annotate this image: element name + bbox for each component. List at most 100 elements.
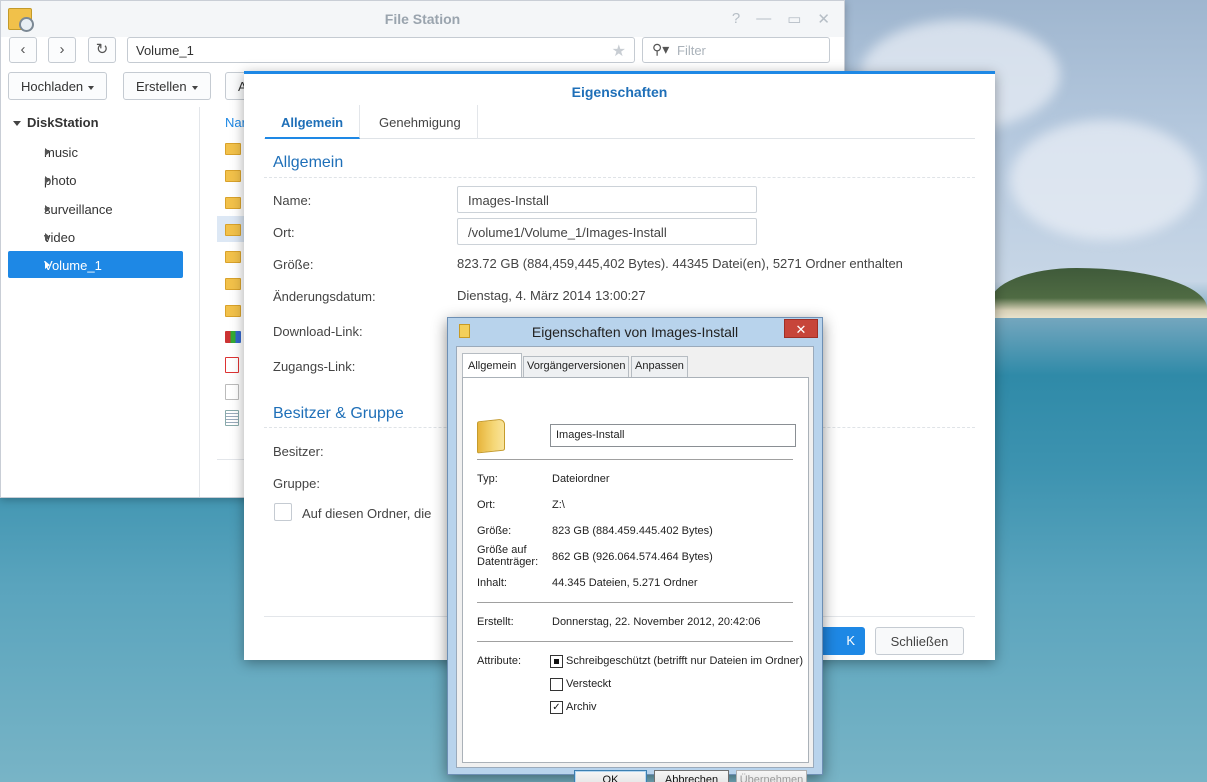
caret-down-icon (191, 85, 198, 90)
folder-icon[interactable] (225, 278, 241, 290)
tab-genehmigung[interactable]: Genehmigung (363, 105, 478, 139)
divider (477, 602, 793, 604)
minimize-icon[interactable]: — (756, 10, 771, 28)
close-icon[interactable]: ✕ (817, 10, 830, 28)
folder-tree: DiskStation music photo surveillance vid… (1, 107, 200, 497)
archive-file-icon[interactable] (225, 331, 241, 343)
filter-placeholder: Filter (677, 43, 706, 58)
window-title: File Station (384, 11, 461, 27)
tree-root-label: DiskStation (27, 115, 99, 130)
tree-item-volume-1[interactable]: Volume_1 (8, 251, 183, 278)
hidden-label: Versteckt (566, 678, 612, 690)
apply-recursive-checkbox[interactable] (274, 503, 292, 521)
refresh-icon: ↻ (95, 41, 109, 58)
maximize-icon[interactable]: ▭ (787, 10, 801, 28)
section-title-owner: Besitzer & Gruppe (273, 405, 404, 422)
forward-button[interactable]: › (48, 37, 76, 63)
tree-item-photo[interactable]: photo (8, 166, 183, 193)
size-on-disk-value: 862 GB (926.064.574.464 Bytes) (552, 551, 713, 563)
windows-dialog-body: Allgemein Vorgängerversionen Anpassen Im… (456, 346, 814, 782)
hidden-checkbox[interactable] (550, 678, 563, 691)
tree-item-surveillance[interactable]: surveillance (8, 195, 183, 222)
location-input[interactable]: /volume1/Volume_1/Images-Install (457, 218, 757, 245)
window-controls: ? — ▭ ✕ (732, 10, 830, 28)
tree-item-label: surveillance (44, 202, 113, 217)
text-file-icon[interactable] (225, 410, 239, 426)
upload-label: Hochladen (21, 79, 84, 94)
create-button[interactable]: Erstellen (123, 72, 211, 100)
location-label: Ort: (477, 499, 496, 511)
title-bar: File Station ? — ▭ ✕ (1, 1, 844, 37)
created-value: Donnerstag, 22. November 2012, 20:42:06 (552, 616, 761, 628)
triangle-right-icon (45, 233, 50, 241)
folder-icon[interactable] (225, 224, 241, 236)
tab-allgemein[interactable]: Allgemein (265, 105, 361, 139)
name-label: Name: (273, 193, 312, 208)
archive-label: Archiv (566, 701, 597, 713)
filter-input[interactable]: ⚲▾ Filter (642, 37, 830, 63)
close-button[interactable]: ✕ (784, 319, 818, 338)
triangle-right-icon (45, 205, 50, 213)
tab-bar: Allgemein Genehmigung (264, 105, 975, 139)
modified-label: Änderungsdatum: (273, 289, 376, 304)
tree-item-video[interactable]: video (8, 223, 183, 250)
background-island (990, 268, 1207, 318)
folder-icon[interactable] (225, 143, 241, 155)
background-cloud (1010, 120, 1200, 240)
created-label: Erstellt: (477, 616, 514, 628)
general-tab-panel: Images-Install Typ: Dateiordner Ort: Z:\… (462, 377, 809, 763)
check-icon: ✓ (552, 702, 561, 713)
close-button[interactable]: Schließen (875, 627, 964, 655)
size-value: 823 GB (884.459.445.402 Bytes) (552, 525, 713, 537)
size-on-disk-label: Größe auf Datenträger: (477, 544, 538, 568)
archive-checkbox[interactable]: ✓ (550, 701, 563, 714)
search-icon[interactable]: ⚲▾ (652, 41, 669, 58)
path-text: Volume_1 (136, 43, 194, 58)
attributes-label: Attribute: (477, 655, 522, 667)
upload-button[interactable]: Hochladen (8, 72, 108, 100)
tab-allgemein[interactable]: Allgemein (462, 353, 523, 378)
tab-anpassen[interactable]: Anpassen (631, 356, 688, 377)
location-label: Ort: (273, 225, 295, 240)
apply-recursive-label: Auf diesen Ordner, die (302, 506, 432, 521)
help-icon[interactable]: ? (732, 10, 740, 28)
windows-properties-dialog: Eigenschaften von Images-Install ✕ Allge… (447, 317, 823, 782)
cancel-button[interactable]: Abbrechen (654, 770, 729, 782)
pdf-file-icon[interactable] (225, 357, 239, 373)
windows-dialog-title: Eigenschaften von Images-Install (531, 324, 739, 340)
path-input[interactable]: Volume_1 ★ (127, 37, 635, 63)
divider (477, 641, 793, 643)
triangle-down-icon (13, 121, 21, 127)
contents-label: Inhalt: (477, 577, 507, 589)
modified-value: Dienstag, 4. März 2014 13:00:27 (457, 288, 646, 303)
close-icon: ✕ (795, 322, 807, 337)
column-header-name[interactable]: Nar (225, 115, 246, 130)
folder-icon (477, 418, 505, 454)
folder-icon[interactable] (225, 170, 241, 182)
navigation-bar: ‹ › ↻ Volume_1 ★ ⚲▾ Filter (1, 37, 844, 67)
size-on-disk-label-line2: Datenträger: (477, 556, 539, 568)
refresh-button[interactable]: ↻ (88, 37, 116, 63)
windows-title-bar: Eigenschaften von Images-Install ✕ (448, 318, 822, 346)
folder-name-input[interactable]: Images-Install (550, 424, 796, 447)
star-icon[interactable]: ★ (612, 41, 626, 61)
access-link-label: Zugangs-Link: (273, 359, 356, 374)
readonly-label: Schreibgeschützt (betrifft nur Dateien i… (566, 655, 804, 667)
tree-root-diskstation[interactable]: DiskStation (13, 115, 99, 130)
file-icon[interactable] (225, 384, 239, 400)
download-link-label: Download-Link: (273, 324, 363, 339)
tab-vorgaengerversionen[interactable]: Vorgängerversionen (523, 356, 630, 377)
readonly-checkbox[interactable] (550, 655, 563, 668)
triangle-right-icon (45, 176, 50, 184)
name-input[interactable]: Images-Install (457, 186, 757, 213)
tree-item-music[interactable]: music (8, 138, 183, 165)
folder-icon[interactable] (225, 197, 241, 209)
folder-icon[interactable] (225, 305, 241, 317)
dialog-title: Eigenschaften (571, 84, 668, 100)
ok-button[interactable]: OK (574, 770, 647, 782)
folder-icon[interactable] (225, 251, 241, 263)
back-button[interactable]: ‹ (9, 37, 37, 63)
size-label: Größe: (477, 525, 512, 537)
divider (217, 459, 247, 460)
apply-button[interactable]: Übernehmen (736, 770, 807, 782)
